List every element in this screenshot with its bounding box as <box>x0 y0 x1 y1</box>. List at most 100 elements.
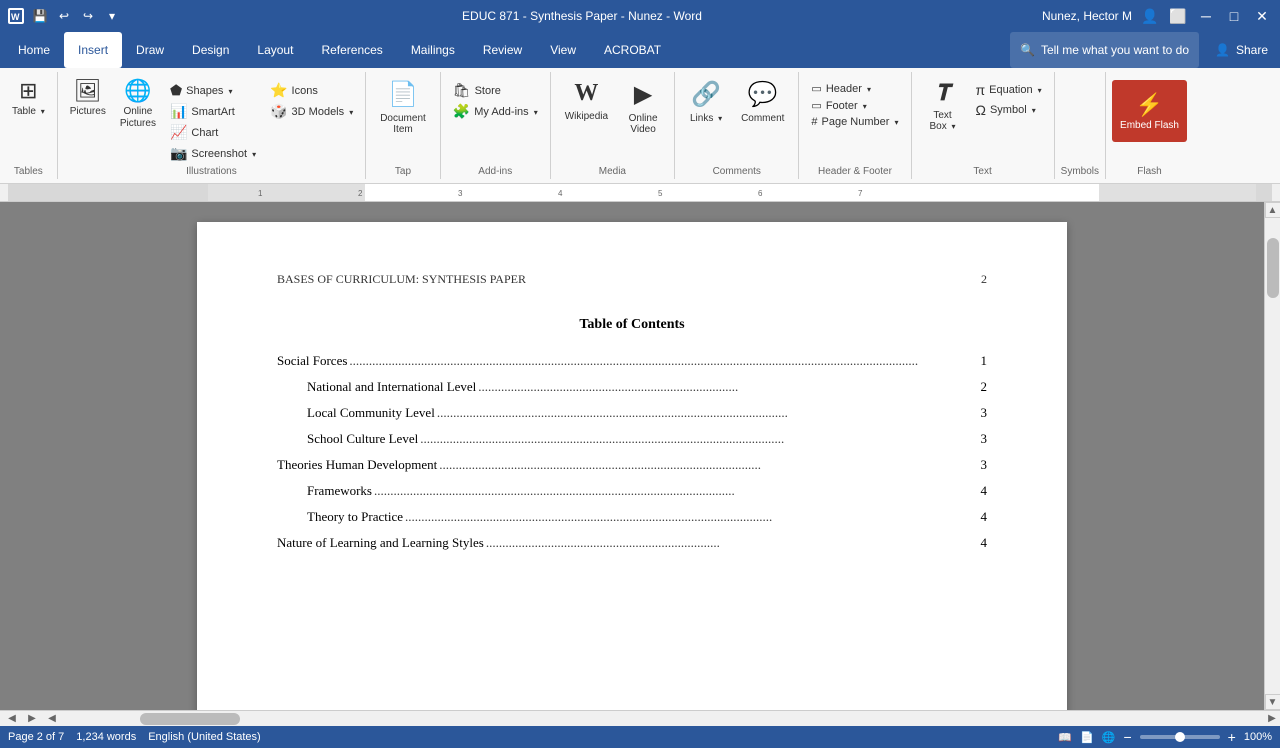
online-pictures-button[interactable]: 🌐 OnlinePictures <box>114 76 162 138</box>
menu-mailings[interactable]: Mailings <box>397 32 469 68</box>
header-icon: ▭ <box>811 82 821 95</box>
illustrations-group-label: Illustrations <box>64 164 360 179</box>
customize-button[interactable]: ▾ <box>102 6 122 26</box>
scroll-up-button[interactable]: ▲ <box>1265 202 1280 218</box>
icons-icon: ⭐ <box>270 82 287 99</box>
my-addins-button[interactable]: 🧩 My Add-ins ▾ <box>447 101 544 122</box>
word-icon: W <box>8 8 24 24</box>
menu-view[interactable]: View <box>536 32 590 68</box>
main-content: BASES OF CURRICULUM: SYNTHESIS PAPER 2 T… <box>0 202 1280 726</box>
screenshot-button[interactable]: 📷 Screenshot ▾ <box>164 143 262 164</box>
minimize-button[interactable]: ─ <box>1196 6 1216 26</box>
document-area[interactable]: BASES OF CURRICULUM: SYNTHESIS PAPER 2 T… <box>0 202 1264 710</box>
symbol-icon: Ω <box>976 102 986 118</box>
tap-group-label: Tap <box>372 164 434 179</box>
status-bar-left: Page 2 of 7 1,234 words English (United … <box>8 731 261 743</box>
menu-insert[interactable]: Insert <box>64 32 122 68</box>
menu-review[interactable]: Review <box>469 32 536 68</box>
header-button[interactable]: ▭ Header ▾ <box>805 80 904 97</box>
document-viewport: BASES OF CURRICULUM: SYNTHESIS PAPER 2 T… <box>0 202 1280 710</box>
ribbon-toggle[interactable]: ⬜ <box>1168 6 1188 26</box>
page-info: Page 2 of 7 <box>8 731 64 743</box>
3d-models-button[interactable]: 🎲 3D Models ▾ <box>264 101 359 122</box>
redo-button[interactable]: ↪ <box>78 6 98 26</box>
vertical-scrollbar[interactable]: ▲ ▼ <box>1264 202 1280 710</box>
header-footer-group-label: Header & Footer <box>805 164 904 179</box>
view-read-button[interactable]: 📖 <box>1058 731 1072 744</box>
close-button[interactable]: ✕ <box>1252 6 1272 26</box>
equation-button[interactable]: π Equation ▾ <box>970 80 1048 100</box>
icons-button[interactable]: ⭐ Icons <box>264 80 359 101</box>
scroll-track[interactable] <box>1265 218 1280 694</box>
svg-text:2: 2 <box>358 189 363 198</box>
flash-group-label: Flash <box>1112 164 1187 179</box>
shapes-button[interactable]: ⬟ Shapes ▾ <box>164 80 262 101</box>
ribbon-group-comments: 🔗 Links ▾ 💬 Comment Comments <box>675 72 799 179</box>
title-bar: W 💾 ↩ ↪ ▾ EDUC 871 - Synthesis Paper - N… <box>0 0 1280 32</box>
h-scroll-thumb[interactable] <box>140 713 240 725</box>
maximize-button[interactable]: □ <box>1224 6 1244 26</box>
share-button[interactable]: 👤 Share <box>1207 32 1276 68</box>
footer-icon: ▭ <box>811 99 821 112</box>
text-box-icon: 𝐓 <box>935 80 949 106</box>
menu-references[interactable]: References <box>307 32 396 68</box>
svg-text:3: 3 <box>458 189 463 198</box>
document-item-button[interactable]: 📄 DocumentItem <box>372 76 434 138</box>
store-button[interactable]: 🛍 Store <box>447 80 544 101</box>
svg-text:5: 5 <box>658 189 663 198</box>
page-number-button[interactable]: # Page Number ▾ <box>805 114 904 130</box>
wikipedia-button[interactable]: W Wikipedia <box>557 76 616 138</box>
comment-button[interactable]: 💬 Comment <box>733 76 792 138</box>
embed-flash-button[interactable]: ⚡ Embed Flash <box>1112 80 1187 142</box>
shapes-icon: ⬟ <box>170 82 182 99</box>
tell-me-input[interactable]: 🔍 Tell me what you want to do <box>1010 32 1199 68</box>
symbol-button[interactable]: Ω Symbol ▾ <box>970 100 1048 120</box>
text-box-button[interactable]: 𝐓 TextBox ▾ <box>918 76 968 138</box>
smartart-button[interactable]: 📊 SmartArt <box>164 101 262 122</box>
h-scroll-track[interactable] <box>60 711 1264 726</box>
prev-page-button[interactable]: ◀ <box>4 711 20 727</box>
svg-text:W: W <box>11 12 20 22</box>
account-icon[interactable]: 👤 <box>1140 6 1160 26</box>
undo-button[interactable]: ↩ <box>54 6 74 26</box>
screenshot-icon: 📷 <box>170 145 187 162</box>
menu-home[interactable]: Home <box>4 32 64 68</box>
svg-text:4: 4 <box>558 189 563 198</box>
view-layout-button[interactable]: 📄 <box>1080 731 1094 744</box>
menu-acrobat[interactable]: ACROBAT <box>590 32 675 68</box>
ribbon-group-media: W Wikipedia ▶ OnlineVideo Media <box>551 72 675 179</box>
online-video-icon: ▶ <box>634 80 652 109</box>
svg-text:7: 7 <box>858 189 863 198</box>
zoom-in-button[interactable]: + <box>1228 729 1236 745</box>
page-number: 2 <box>981 272 987 287</box>
zoom-out-button[interactable]: − <box>1123 729 1131 745</box>
ribbon-group-addins: 🛍 Store 🧩 My Add-ins ▾ Add-ins <box>441 72 551 179</box>
scroll-left-button[interactable]: ◀ <box>44 711 60 727</box>
scroll-thumb[interactable] <box>1267 238 1279 298</box>
next-page-button[interactable]: ▶ <box>24 711 40 727</box>
search-icon: 🔍 <box>1020 43 1035 57</box>
footer-button[interactable]: ▭ Footer ▾ <box>805 97 904 114</box>
ruler: 1 2 3 4 5 6 7 <box>0 184 1280 202</box>
pictures-button[interactable]: 🖼 Pictures <box>64 76 112 138</box>
my-addins-icon: 🧩 <box>453 103 470 120</box>
zoom-slider[interactable] <box>1140 735 1220 739</box>
menu-layout[interactable]: Layout <box>243 32 307 68</box>
header-text: BASES OF CURRICULUM: SYNTHESIS PAPER <box>277 272 526 287</box>
media-group-label: Media <box>557 164 668 179</box>
links-button[interactable]: 🔗 Links ▾ <box>681 76 731 138</box>
scroll-right-button[interactable]: ▶ <box>1264 711 1280 727</box>
menu-design[interactable]: Design <box>178 32 243 68</box>
table-button[interactable]: ⊞ Table ▾ <box>6 76 51 138</box>
menu-draw[interactable]: Draw <box>122 32 178 68</box>
comments-group-label: Comments <box>681 164 792 179</box>
scroll-down-button[interactable]: ▼ <box>1265 694 1280 710</box>
ribbon-group-illustrations: 🖼 Pictures 🌐 OnlinePictures ⬟ Shapes ▾ 📊… <box>58 72 367 179</box>
save-button[interactable]: 💾 <box>30 6 50 26</box>
view-web-button[interactable]: 🌐 <box>1102 731 1116 744</box>
chart-button[interactable]: 📈 Chart <box>164 122 262 143</box>
online-video-button[interactable]: ▶ OnlineVideo <box>618 76 668 138</box>
status-bar-right: 📖 📄 🌐 − + 100% <box>1058 729 1272 745</box>
ribbon-group-tables: ⊞ Table ▾ Tables <box>0 72 58 179</box>
3d-models-icon: 🎲 <box>270 103 287 120</box>
